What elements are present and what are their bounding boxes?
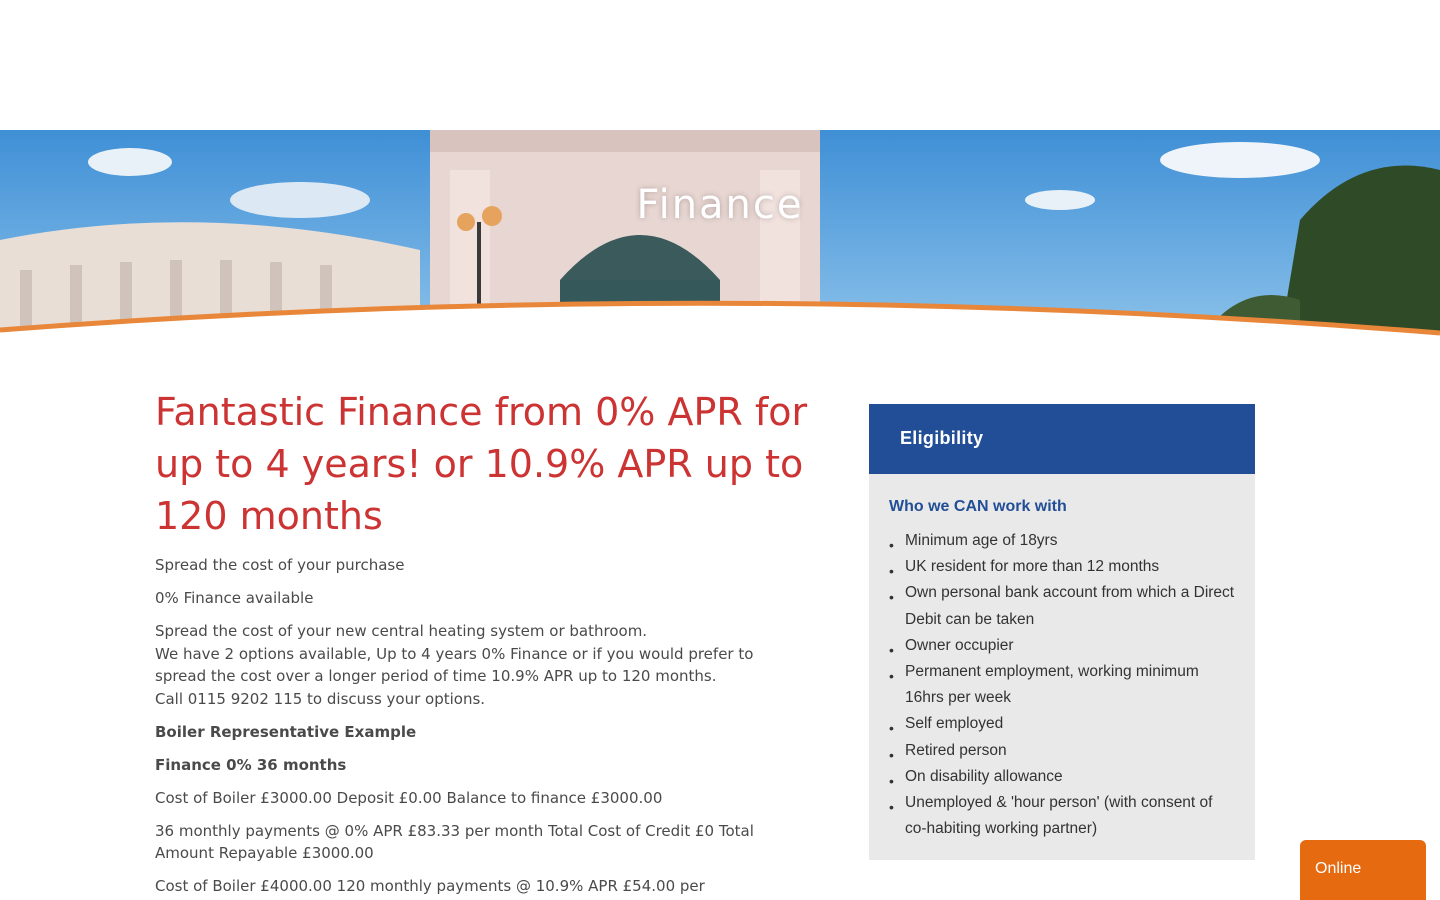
list-item: • Retired person xyxy=(889,738,1235,764)
bullet-icon: • xyxy=(889,589,894,606)
eligibility-title: Eligibility xyxy=(869,404,1255,474)
main-content: Fantastic Finance from 0% APR for up to … xyxy=(155,386,807,900)
description-line: Spread the cost of your new central heat… xyxy=(155,622,648,640)
list-item: • Minimum age of 18yrs xyxy=(889,528,1235,554)
finance-available-text: 0% Finance available xyxy=(155,589,314,607)
bullet-icon: • xyxy=(889,799,894,816)
bullet-icon: • xyxy=(889,668,894,685)
example-payments-text: 36 monthly payments @ 0% APR £83.33 per … xyxy=(155,821,754,863)
finance-description: Spread the cost of your new central heat… xyxy=(155,620,805,710)
finance-option-heading: Finance 0% 36 months xyxy=(155,755,347,774)
example-heading: Boiler Representative Example xyxy=(155,722,417,741)
hero-image xyxy=(0,130,1440,340)
list-item: • Unemployed & 'hour person' (with consen… xyxy=(889,794,1213,838)
online-chat-button[interactable]: Online xyxy=(1300,840,1426,900)
page-title: Finance xyxy=(636,182,804,228)
eligibility-panel: Eligibility Who we CAN work with • Minimu… xyxy=(869,404,1255,860)
example-long-term-text: Cost of Boiler £4000.00 120 monthly paym… xyxy=(155,877,705,895)
finance-headline: Fantastic Finance from 0% APR for up to … xyxy=(155,390,808,538)
eligibility-list: • Minimum age of 18yrs • UK resident for m… xyxy=(869,516,1255,842)
description-line: Call 0115 9202 115 to discuss your optio… xyxy=(155,689,486,708)
list-item: • Permanent employment, working minimum 1… xyxy=(889,663,1199,707)
list-item: • On disability allowance xyxy=(889,764,1235,790)
list-item: • Own personal bank account from which a … xyxy=(889,584,1235,628)
list-item: • UK resident for more than 12 months xyxy=(889,554,1235,580)
eligibility-subtitle: Who we CAN work with xyxy=(889,498,1067,515)
example-cost-text: Cost of Boiler £3000.00 Deposit £0.00 Ba… xyxy=(155,788,663,807)
list-item: • Owner occupier xyxy=(889,633,1235,659)
list-item: • Self employed xyxy=(889,711,1235,737)
site-header xyxy=(0,0,1440,130)
description-line: We have 2 options available, Up to 4 yea… xyxy=(155,644,754,686)
hero-banner: Finance xyxy=(0,130,1440,340)
intro-text: Spread the cost of your purchase xyxy=(155,556,405,574)
